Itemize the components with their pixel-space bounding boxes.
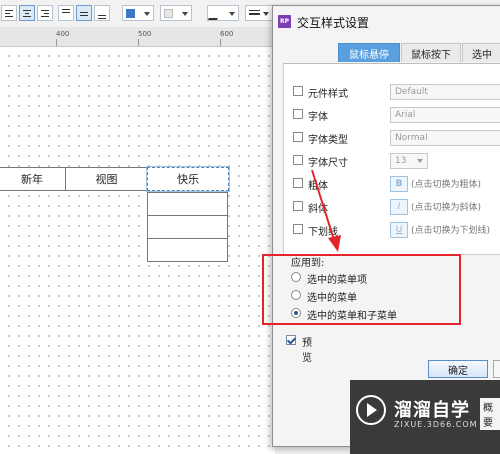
arrow-head [328,235,341,252]
watermark-url: ZIXUE.3D66.COM [394,420,478,429]
tab-outline[interactable]: 概要 [480,398,500,430]
arrow-shaft [311,169,335,241]
watermark-name: 溜溜自学 [394,400,470,421]
play-triangle-icon [367,403,377,417]
